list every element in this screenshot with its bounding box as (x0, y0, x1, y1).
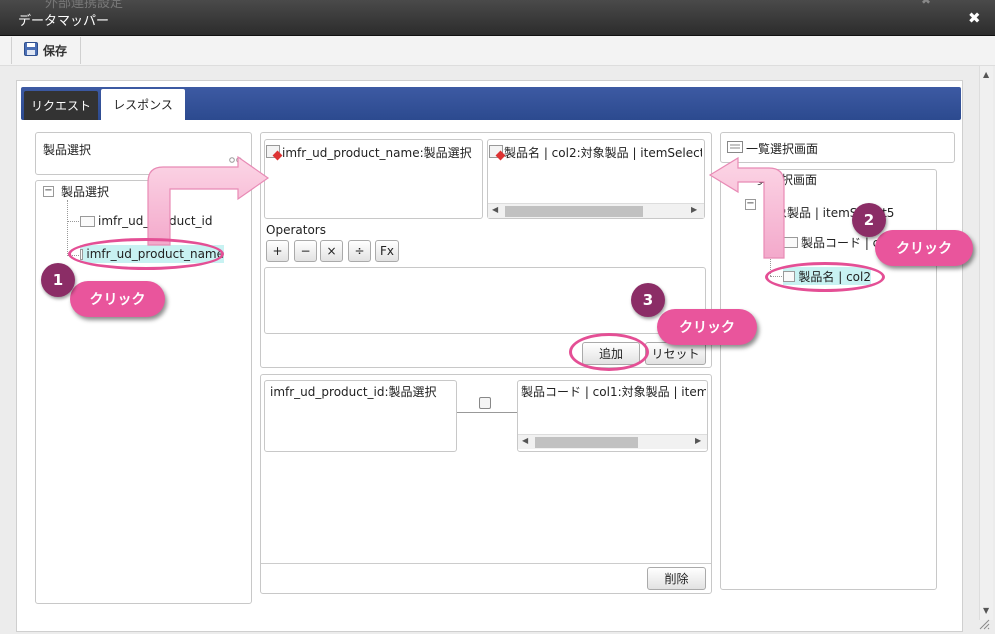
annotation-arrows (147, 155, 785, 259)
highlight-ring (68, 238, 224, 270)
arrow-to-source (147, 155, 270, 246)
step-badge: 1 (41, 263, 75, 297)
click-callout: クリック (70, 281, 165, 317)
highlight-ring (569, 333, 649, 371)
click-callout: クリック (875, 230, 973, 266)
click-callout: クリック (657, 309, 757, 345)
arrow-to-target (708, 156, 785, 259)
step-badge: 3 (631, 283, 665, 317)
highlight-ring (765, 262, 885, 292)
step-badge: 2 (852, 203, 886, 237)
